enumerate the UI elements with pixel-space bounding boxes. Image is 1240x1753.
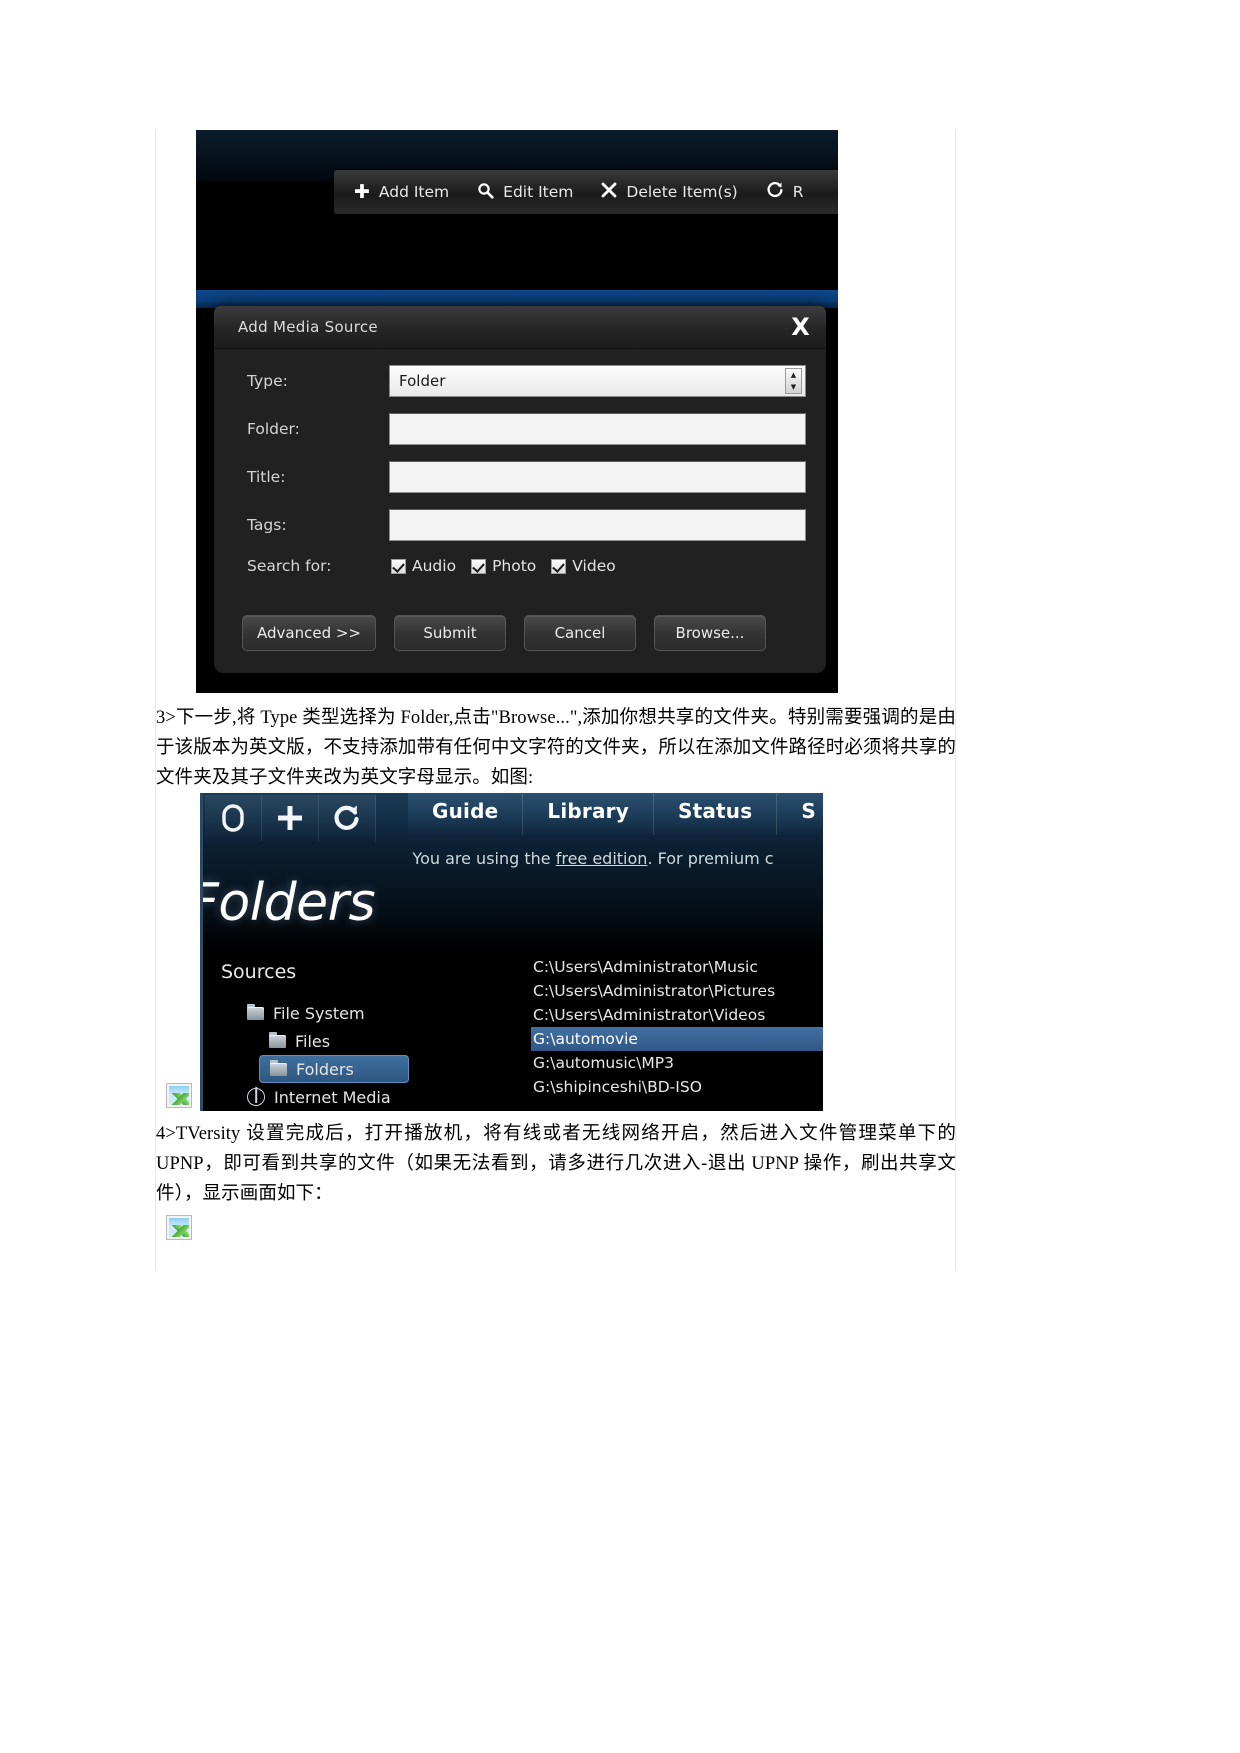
folder-icon bbox=[269, 1031, 286, 1048]
checkbox-video[interactable] bbox=[551, 558, 567, 574]
checkbox-photo[interactable] bbox=[471, 558, 487, 574]
plus-icon[interactable] bbox=[262, 795, 319, 841]
checkbox-photo-label: Photo bbox=[492, 557, 537, 575]
folder-path-list: C:\Users\Administrator\Music C:\Users\Ad… bbox=[531, 955, 823, 1099]
sources-label: Sources bbox=[221, 961, 297, 983]
field-row-title: Title: bbox=[234, 461, 806, 493]
tree-item-folders[interactable]: Folders bbox=[259, 1055, 409, 1083]
field-row-type: Type: Folder ▲ ▼ bbox=[234, 365, 806, 397]
dialog-body: Type: Folder ▲ ▼ Folder: Title: Tags: Se… bbox=[214, 349, 826, 597]
tree-item-files-label: Files bbox=[295, 1031, 331, 1051]
list-item[interactable]: G:\shipinceshi\BD-ISO bbox=[531, 1075, 823, 1099]
tree-item-folders-label: Folders bbox=[296, 1059, 354, 1079]
dialog-buttons: Advanced >> Submit Cancel Browse... bbox=[214, 597, 826, 673]
broken-image-icon-2 bbox=[166, 1083, 192, 1108]
dialog-title: Add Media Source bbox=[238, 318, 378, 336]
toolbar-edit-item[interactable]: Edit Item bbox=[463, 182, 587, 203]
paragraph-step-4: 4>TVersity 设置完成后，打开播放机，将有线或者无线网络开启，然后进入文… bbox=[156, 1124, 956, 1204]
type-select-value: Folder bbox=[399, 372, 446, 390]
checkbox-audio-label: Audio bbox=[412, 557, 457, 575]
free-edition-link[interactable]: free edition bbox=[556, 849, 648, 868]
broken-image-icon-3 bbox=[166, 1215, 192, 1240]
sources-tree: File System Files Folders Internet Media bbox=[237, 999, 487, 1111]
add-media-source-dialog: Add Media Source X Type: Folder ▲ ▼ Folde… bbox=[214, 306, 826, 673]
tab-status[interactable]: Status bbox=[653, 793, 778, 835]
title-label: Title: bbox=[247, 468, 286, 486]
refresh-icon[interactable] bbox=[319, 795, 376, 841]
title-input[interactable] bbox=[389, 461, 806, 493]
toolbar-add-item-label: Add Item bbox=[378, 183, 450, 201]
refresh-icon bbox=[766, 181, 784, 203]
toolbar-refresh[interactable]: R bbox=[752, 181, 818, 203]
page-title: Folders bbox=[200, 873, 376, 933]
tree-item-internet-media[interactable]: Internet Media bbox=[237, 1083, 487, 1111]
tab-library[interactable]: Library bbox=[523, 793, 654, 835]
list-item[interactable]: C:\Users\Administrator\Videos bbox=[531, 1003, 823, 1027]
plus-icon: ✚ bbox=[354, 180, 370, 203]
list-item-selected[interactable]: G:\automovie bbox=[531, 1027, 823, 1051]
notice-prefix: You are using the bbox=[412, 849, 556, 868]
tree-item-file-system[interactable]: File System bbox=[237, 999, 487, 1027]
paragraph-step-3: 3>下一步,将 Type 类型选择为 Folder,点击"Browse...",… bbox=[156, 708, 956, 788]
media-toolbar: ✚ Add Item Edit Item Delete Item(s) R bbox=[334, 170, 838, 214]
tags-label: Tags: bbox=[247, 516, 287, 534]
search-for-label: Search for: bbox=[247, 557, 332, 575]
free-edition-notice: You are using the free edition. For prem… bbox=[203, 849, 823, 868]
magnifier-icon bbox=[477, 182, 494, 203]
screenshot-tversity-folders: Guide Library Status S You are using the… bbox=[200, 793, 823, 1111]
document-page: ✚ Add Item Edit Item Delete Item(s) R Ad… bbox=[0, 0, 1240, 1753]
tab-guide[interactable]: Guide bbox=[408, 793, 524, 835]
field-row-search-for: Search for: Audio Photo Video bbox=[234, 557, 806, 575]
tree-item-file-system-label: File System bbox=[273, 1003, 365, 1023]
navbar-icon-buttons bbox=[205, 793, 376, 843]
checkbox-video-label: Video bbox=[572, 557, 616, 575]
toolbar-refresh-label: R bbox=[792, 183, 804, 201]
submit-button[interactable]: Submit bbox=[394, 615, 506, 651]
tree-item-internet-media-label: Internet Media bbox=[274, 1087, 391, 1107]
field-row-tags: Tags: bbox=[234, 509, 806, 541]
browse-button[interactable]: Browse... bbox=[654, 615, 766, 651]
cancel-button[interactable]: Cancel bbox=[524, 615, 636, 651]
advanced-button[interactable]: Advanced >> bbox=[242, 615, 376, 651]
list-item[interactable]: C:\Users\Administrator\Pictures bbox=[531, 979, 823, 1003]
field-row-folder: Folder: bbox=[234, 413, 806, 445]
list-item[interactable]: C:\Users\Administrator\Music bbox=[531, 955, 823, 979]
screenshot-add-media-source: ✚ Add Item Edit Item Delete Item(s) R Ad… bbox=[196, 130, 838, 693]
list-item[interactable]: G:\automusic\MP3 bbox=[531, 1051, 823, 1075]
notice-suffix: . For premium c bbox=[647, 849, 774, 868]
globe-icon bbox=[247, 1088, 265, 1106]
cross-icon bbox=[601, 182, 617, 202]
toolbar-delete-items[interactable]: Delete Item(s) bbox=[587, 182, 751, 202]
search-for-options: Audio Photo Video bbox=[391, 557, 625, 575]
folder-icon bbox=[270, 1059, 287, 1076]
tree-item-files[interactable]: Files bbox=[259, 1027, 487, 1055]
folder-label: Folder: bbox=[247, 420, 300, 438]
folder-input[interactable] bbox=[389, 413, 806, 445]
folder-icon bbox=[247, 1003, 264, 1020]
tversity-tabs: Guide Library Status S bbox=[408, 793, 823, 841]
power-icon[interactable] bbox=[205, 795, 262, 841]
toolbar-edit-item-label: Edit Item bbox=[503, 183, 574, 201]
toolbar-delete-items-label: Delete Item(s) bbox=[626, 183, 738, 201]
close-icon[interactable]: X bbox=[791, 315, 810, 339]
screenshot-2-wrapper: Guide Library Status S You are using the… bbox=[156, 793, 956, 1111]
dialog-titlebar: Add Media Source X bbox=[214, 306, 826, 349]
toolbar-add-item[interactable]: ✚ Add Item bbox=[340, 180, 463, 203]
spinner-icon[interactable]: ▲ ▼ bbox=[785, 368, 802, 394]
tab-settings[interactable]: S bbox=[777, 793, 823, 835]
type-label: Type: bbox=[247, 372, 288, 390]
type-select[interactable]: Folder ▲ ▼ bbox=[389, 365, 806, 397]
checkbox-audio[interactable] bbox=[391, 558, 406, 574]
page-content: ✚ Add Item Edit Item Delete Item(s) R Ad… bbox=[156, 130, 956, 1240]
tags-input[interactable] bbox=[389, 509, 806, 541]
